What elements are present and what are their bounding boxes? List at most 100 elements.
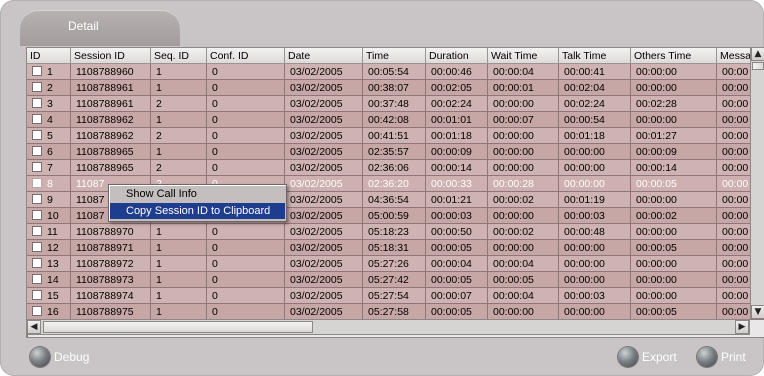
column-header[interactable]: Others Time bbox=[631, 48, 717, 64]
row-id-cell: 11 bbox=[27, 224, 71, 240]
table-row[interactable]: 7 1108788965 2 0 03/02/2005 02:36:06 00:00:14 0… bbox=[27, 160, 764, 176]
arrow-down-icon[interactable]: ▼ bbox=[751, 305, 764, 319]
row-checkbox[interactable] bbox=[32, 66, 42, 77]
table-row[interactable]: 1 1108788960 1 0 03/02/2005 00:05:54 00:00:46 0… bbox=[27, 64, 764, 80]
column-header[interactable]: Seq. ID bbox=[151, 48, 207, 64]
table-row[interactable]: 6 1108788965 1 0 03/02/2005 02:35:57 00:00:09 0… bbox=[27, 144, 764, 160]
menu-item-show-call-info[interactable]: Show Call Info bbox=[110, 186, 285, 202]
column-header[interactable]: Session ID bbox=[71, 48, 151, 64]
row-checkbox[interactable] bbox=[32, 114, 42, 125]
table-cell: 00:00:33 bbox=[426, 176, 488, 192]
export-button[interactable]: Export bbox=[618, 347, 677, 367]
row-id: 1 bbox=[47, 66, 53, 78]
table-cell: 00:00:09 bbox=[631, 144, 717, 160]
tab-detail[interactable] bbox=[20, 10, 180, 46]
table-row[interactable]: 5 1108788962 2 0 03/02/2005 00:41:51 00:01:18 0… bbox=[27, 128, 764, 144]
debug-label: Debug bbox=[54, 350, 90, 364]
row-checkbox[interactable] bbox=[32, 290, 42, 301]
column-header[interactable]: Conf. ID bbox=[207, 48, 285, 64]
table-cell: 00:00:02 bbox=[488, 224, 559, 240]
table-cell: 00:00:00 bbox=[559, 240, 631, 256]
row-checkbox[interactable] bbox=[32, 98, 42, 109]
table-cell: 05:27:26 bbox=[363, 256, 426, 272]
table-cell: 05:27:58 bbox=[363, 304, 426, 320]
row-checkbox[interactable] bbox=[32, 226, 42, 237]
table-cell: 03/02/2005 bbox=[285, 208, 363, 224]
row-id-cell: 5 bbox=[27, 128, 71, 144]
column-header[interactable]: Wait Time bbox=[488, 48, 559, 64]
table-cell: 00:00:00 bbox=[488, 96, 559, 112]
table-cell: 00:00:00 bbox=[631, 80, 717, 96]
print-orb-icon bbox=[697, 347, 717, 367]
row-checkbox[interactable] bbox=[32, 210, 42, 221]
row-checkbox[interactable] bbox=[32, 306, 42, 317]
row-checkbox[interactable] bbox=[32, 130, 42, 141]
arrow-right-icon[interactable]: ▶ bbox=[735, 320, 749, 334]
table-row[interactable]: 3 1108788961 2 0 03/02/2005 00:37:48 00:02:24 0… bbox=[27, 96, 764, 112]
table-cell: 00:00:28 bbox=[488, 176, 559, 192]
table-row[interactable]: 2 1108788961 1 0 03/02/2005 00:38:07 00:02:05 0… bbox=[27, 80, 764, 96]
row-checkbox[interactable] bbox=[32, 162, 42, 173]
column-header[interactable]: Date bbox=[285, 48, 363, 64]
table-cell: 00:00:48 bbox=[559, 224, 631, 240]
table-cell: 05:18:23 bbox=[363, 224, 426, 240]
row-checkbox[interactable] bbox=[32, 146, 42, 157]
table-row[interactable]: 14 1108788973 1 0 03/02/2005 05:27:42 00:00:05… bbox=[27, 272, 764, 288]
table-cell: 03/02/2005 bbox=[285, 256, 363, 272]
table-cell: 00:00:04 bbox=[426, 256, 488, 272]
table-row[interactable]: 11 1108788970 1 0 03/02/2005 05:18:23 00:00:50… bbox=[27, 224, 764, 240]
row-id: 14 bbox=[47, 274, 59, 286]
table-cell: 00:00:00 bbox=[488, 144, 559, 160]
table-cell: 1 bbox=[151, 144, 207, 160]
row-checkbox[interactable] bbox=[32, 242, 42, 253]
table-cell: 00:00:50 bbox=[426, 224, 488, 240]
table-cell: 00:00:54 bbox=[559, 112, 631, 128]
table-cell: 0 bbox=[207, 128, 285, 144]
table-cell: 00:00:04 bbox=[488, 64, 559, 80]
table-cell: 00:02:05 bbox=[426, 80, 488, 96]
vertical-scroll-thumb[interactable] bbox=[752, 62, 764, 70]
table-row[interactable]: 4 1108788962 1 0 03/02/2005 00:42:08 00:01:01 0… bbox=[27, 112, 764, 128]
table-cell: 1108788965 bbox=[71, 144, 151, 160]
table-cell: 0 bbox=[207, 144, 285, 160]
row-id-cell: 14 bbox=[27, 272, 71, 288]
table-cell: 00:02:24 bbox=[426, 96, 488, 112]
row-id: 6 bbox=[47, 146, 53, 158]
column-header[interactable]: Time bbox=[363, 48, 426, 64]
column-header[interactable]: Talk Time bbox=[559, 48, 631, 64]
row-id: 5 bbox=[47, 130, 53, 142]
table-cell: 1 bbox=[151, 224, 207, 240]
table-cell: 00:00:00 bbox=[631, 272, 717, 288]
table-row[interactable]: 13 1108788972 1 0 03/02/2005 05:27:26 00:00:04… bbox=[27, 256, 764, 272]
table-row[interactable]: 12 1108788971 1 0 03/02/2005 05:18:31 00:00:05… bbox=[27, 240, 764, 256]
row-checkbox[interactable] bbox=[32, 194, 42, 205]
table-cell: 2 bbox=[151, 96, 207, 112]
table-row[interactable]: 16 1108788975 1 0 03/02/2005 05:27:58 00:00:05… bbox=[27, 304, 764, 320]
column-header[interactable]: ID bbox=[27, 48, 71, 64]
column-header[interactable]: Duration bbox=[426, 48, 488, 64]
arrow-up-icon[interactable]: ▲ bbox=[751, 47, 764, 61]
table-cell: 00:00:00 bbox=[559, 144, 631, 160]
vertical-scrollbar[interactable]: ▲ ▼ bbox=[750, 47, 764, 319]
table-cell: 0 bbox=[207, 256, 285, 272]
horizontal-scrollbar[interactable]: ◀ ▶ bbox=[26, 319, 750, 335]
row-id: 8 bbox=[47, 178, 53, 190]
print-button[interactable]: Print bbox=[697, 347, 746, 367]
table-cell: 03/02/2005 bbox=[285, 64, 363, 80]
menu-item-copy-session-id[interactable]: Copy Session ID to Clipboard bbox=[110, 203, 285, 219]
row-id-cell: 1 bbox=[27, 64, 71, 80]
table-cell: 00:00:00 bbox=[631, 192, 717, 208]
row-checkbox[interactable] bbox=[32, 258, 42, 269]
table-cell: 00:41:51 bbox=[363, 128, 426, 144]
table-cell: 0 bbox=[207, 160, 285, 176]
arrow-left-icon[interactable]: ◀ bbox=[27, 320, 41, 334]
horizontal-scroll-thumb[interactable] bbox=[43, 321, 313, 333]
debug-orb-icon bbox=[30, 347, 50, 367]
row-checkbox[interactable] bbox=[32, 274, 42, 285]
table-cell: 05:00:59 bbox=[363, 208, 426, 224]
row-checkbox[interactable] bbox=[32, 178, 42, 189]
row-checkbox[interactable] bbox=[32, 82, 42, 93]
table-row[interactable]: 15 1108788974 1 0 03/02/2005 05:27:54 00:00:07… bbox=[27, 288, 764, 304]
debug-button[interactable]: Debug bbox=[30, 347, 89, 367]
table-cell: 03/02/2005 bbox=[285, 128, 363, 144]
